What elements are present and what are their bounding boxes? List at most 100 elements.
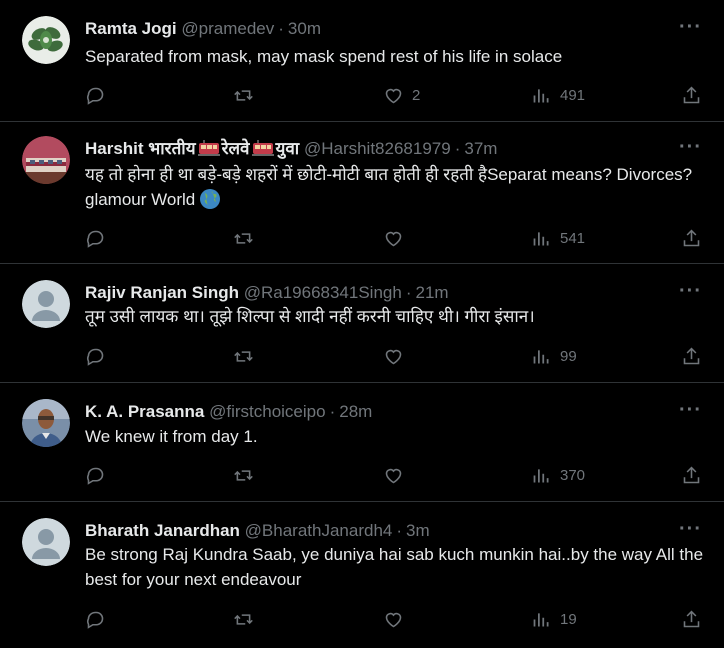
reply-button[interactable] [85, 83, 106, 107]
reply-bubble-icon [85, 465, 106, 486]
timestamp[interactable]: 21m [416, 283, 449, 302]
tweet-header: K. A. Prasanna @firstchoiceipo · 28m [85, 401, 372, 423]
timestamp[interactable]: 37m [464, 139, 497, 158]
train-emoji-icon [251, 140, 274, 156]
share-upload-icon [681, 465, 702, 486]
retweet-button[interactable] [233, 607, 254, 631]
avatar[interactable] [22, 136, 70, 184]
share-button[interactable] [681, 83, 702, 107]
separator-dot: · [278, 19, 284, 38]
like-count: 2 [412, 86, 421, 104]
avatar[interactable] [22, 16, 70, 64]
timestamp[interactable]: 28m [339, 402, 372, 421]
user-handle[interactable]: @Harshit82681979 [304, 139, 451, 158]
tweet-text: We knew it from day 1. [85, 427, 258, 446]
reply-bubble-icon [85, 346, 106, 367]
share-button[interactable] [681, 607, 702, 631]
heart-icon [383, 85, 404, 106]
more-dots-icon[interactable]: ··· [679, 281, 702, 301]
more-dots-icon[interactable]: ··· [679, 137, 702, 157]
separator-dot: · [454, 139, 461, 158]
tweet-text-content: यह तो होना ही था बड़े-बड़े शहरों में छोट… [85, 165, 693, 209]
retweet-icon [233, 609, 254, 630]
display-name-part: युवा [275, 139, 300, 158]
more-dots-icon[interactable]: ··· [679, 519, 702, 539]
display-name[interactable]: Ramta Jogi [85, 19, 177, 38]
heart-icon [383, 346, 404, 367]
user-handle[interactable]: @Ra19668341Singh [244, 283, 402, 302]
user-handle[interactable]: @firstchoiceipo [209, 402, 325, 421]
share-upload-icon [681, 609, 702, 630]
like-button[interactable] [383, 226, 412, 250]
display-name[interactable]: Bharath Janardhan [85, 521, 240, 540]
tweet-text: Be strong Raj Kundra Saab, ye duniya hai… [85, 545, 704, 589]
like-button[interactable]: 2 [383, 83, 420, 107]
tweet[interactable]: K. A. Prasanna @firstchoiceipo · 28m ··· W… [0, 383, 724, 502]
views-bar-chart-icon [531, 465, 552, 486]
tweet[interactable]: Ramta Jogi @pramedev · 30m ··· Separated f… [0, 0, 724, 122]
separator-dot: · [329, 402, 336, 421]
timestamp[interactable]: 3m [406, 521, 430, 540]
tweet-text: यह तो होना ही था बड़े-बड़े शहरों में छोट… [85, 162, 705, 212]
reply-button[interactable] [85, 607, 106, 631]
display-name[interactable]: Rajiv Ranjan Singh [85, 283, 239, 302]
views-bar-chart-icon [531, 609, 552, 630]
retweet-icon [233, 465, 254, 486]
like-button[interactable] [383, 463, 412, 487]
reply-button[interactable] [85, 226, 106, 250]
reply-button[interactable] [85, 344, 106, 368]
views-bar-chart-icon [531, 85, 552, 106]
views-button[interactable]: 491 [531, 83, 585, 107]
tweet-actions: 541 [85, 226, 705, 250]
share-button[interactable] [681, 226, 702, 250]
views-bar-chart-icon [531, 346, 552, 367]
views-button[interactable]: 19 [531, 607, 577, 631]
tweet[interactable]: Bharath Janardhan @BharathJanardh4 · 3m ··… [0, 502, 724, 648]
avatar[interactable] [22, 518, 70, 566]
train-emoji-icon [197, 140, 220, 156]
retweet-button[interactable] [233, 463, 254, 487]
tweet-actions: 19 [85, 607, 705, 631]
heart-icon [383, 465, 404, 486]
display-name[interactable]: Harshit भारतीय रेलवे युवा [85, 139, 299, 158]
avatar[interactable] [22, 399, 70, 447]
reply-button[interactable] [85, 463, 106, 487]
more-dots-icon[interactable]: ··· [679, 17, 702, 37]
display-name[interactable]: K. A. Prasanna [85, 402, 204, 421]
user-handle[interactable]: @pramedev [181, 19, 274, 38]
retweet-button[interactable] [233, 226, 254, 250]
tweet[interactable]: Harshit भारतीय रेलवे युवा @Harshit82681979… [0, 122, 724, 264]
retweet-icon [233, 346, 254, 367]
like-button[interactable] [383, 607, 412, 631]
avatar[interactable] [22, 280, 70, 328]
separator-dot: · [405, 283, 412, 302]
retweet-button[interactable] [233, 83, 254, 107]
tweet-text: तूम उसी लायक था। तूझे शिल्पा से शादी नही… [85, 307, 535, 326]
reply-bubble-icon [85, 85, 106, 106]
tweet-actions: 370 [85, 463, 705, 487]
view-count: 19 [560, 610, 577, 628]
views-button[interactable]: 541 [531, 226, 585, 250]
timestamp[interactable]: 30m [288, 19, 321, 38]
retweet-button[interactable] [233, 344, 254, 368]
heart-icon [383, 228, 404, 249]
tweet-header: Harshit भारतीय रेलवे युवा @Harshit82681979… [85, 138, 497, 160]
like-button[interactable] [383, 344, 412, 368]
more-dots-icon[interactable]: ··· [679, 400, 702, 420]
display-name-part: रेलवे [221, 139, 250, 158]
tweet[interactable]: Rajiv Ranjan Singh @Ra19668341Singh · 21m … [0, 264, 724, 383]
share-upload-icon [681, 346, 702, 367]
tweet-text: Separated from mask, may mask spend rest… [85, 47, 563, 66]
tweet-actions: 2 491 [85, 83, 705, 107]
share-button[interactable] [681, 463, 702, 487]
retweet-icon [233, 85, 254, 106]
tweet-feed: Ramta Jogi @pramedev · 30m ··· Separated f… [0, 0, 724, 648]
views-bar-chart-icon [531, 228, 552, 249]
user-handle[interactable]: @BharathJanardh4 [245, 521, 393, 540]
share-upload-icon [681, 228, 702, 249]
views-button[interactable]: 370 [531, 463, 585, 487]
views-button[interactable]: 99 [531, 344, 577, 368]
share-button[interactable] [681, 344, 702, 368]
share-upload-icon [681, 85, 702, 106]
view-count: 541 [560, 229, 586, 247]
